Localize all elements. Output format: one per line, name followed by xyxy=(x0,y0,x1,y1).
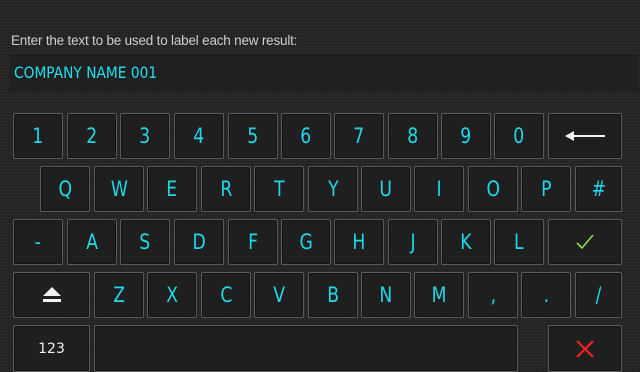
key-label: W xyxy=(110,177,128,201)
key-label: 1 xyxy=(32,124,44,148)
key-label: / xyxy=(595,283,602,307)
key-label: 0 xyxy=(513,124,525,148)
shift-button[interactable] xyxy=(13,272,90,318)
key-label: U xyxy=(379,177,393,201)
key-hyphen[interactable]: - xyxy=(13,219,63,265)
key-h[interactable]: H xyxy=(334,219,384,265)
key-label: P xyxy=(540,177,552,201)
numeric-mode-button[interactable]: 123 xyxy=(13,325,90,372)
cancel-button[interactable] xyxy=(548,325,622,372)
key-label: , xyxy=(490,283,496,307)
key-9[interactable]: 9 xyxy=(441,113,491,159)
key-2[interactable]: 2 xyxy=(67,113,117,159)
checkmark-icon xyxy=(576,234,594,250)
key-t[interactable]: T xyxy=(254,166,304,212)
key-label: O xyxy=(486,177,500,201)
key-label: E xyxy=(166,177,178,201)
key-label: D xyxy=(192,230,206,254)
key-m[interactable]: M xyxy=(414,272,464,318)
key-label: K xyxy=(460,230,472,254)
key-label: T xyxy=(273,177,285,201)
key-label: A xyxy=(86,230,98,254)
key-a[interactable]: A xyxy=(67,219,117,265)
backspace-button[interactable] xyxy=(548,113,622,159)
key-p[interactable]: P xyxy=(521,166,571,212)
key-4[interactable]: 4 xyxy=(174,113,224,159)
key-j[interactable]: J xyxy=(388,219,438,265)
enter-button[interactable] xyxy=(548,219,622,265)
key-label: Z xyxy=(113,283,125,307)
key-comma[interactable]: , xyxy=(468,272,518,318)
key-o[interactable]: O xyxy=(468,166,518,212)
key-n[interactable]: N xyxy=(361,272,411,318)
key-v[interactable]: V xyxy=(254,272,304,318)
key-label: 4 xyxy=(193,124,205,148)
key-label: 7 xyxy=(353,124,365,148)
key-r[interactable]: R xyxy=(201,166,251,212)
key-label: Y xyxy=(327,177,339,201)
key-label: S xyxy=(139,230,151,254)
key-x[interactable]: X xyxy=(147,272,197,318)
key-label: C xyxy=(219,283,233,307)
key-label: X xyxy=(166,283,178,307)
space-bar[interactable] xyxy=(94,325,518,372)
key-label: 9 xyxy=(460,124,472,148)
key-label: # xyxy=(591,177,606,201)
onscreen-keyboard: 1 2 3 4 5 6 7 8 9 0 Q W E R T Y U I O P … xyxy=(0,0,640,372)
key-q[interactable]: Q xyxy=(40,166,90,212)
key-k[interactable]: K xyxy=(441,219,491,265)
key-label: 6 xyxy=(300,124,312,148)
key-label: I xyxy=(436,177,442,201)
key-3[interactable]: 3 xyxy=(120,113,170,159)
key-label: L xyxy=(514,230,524,254)
key-label: M xyxy=(431,283,447,307)
key-5[interactable]: 5 xyxy=(228,113,278,159)
key-label: B xyxy=(327,283,339,307)
key-label: G xyxy=(299,230,313,254)
key-label: . xyxy=(543,283,549,307)
key-period[interactable]: . xyxy=(521,272,571,318)
key-w[interactable]: W xyxy=(94,166,144,212)
key-6[interactable]: 6 xyxy=(281,113,331,159)
key-u[interactable]: U xyxy=(361,166,411,212)
key-label: H xyxy=(352,230,366,254)
key-label: V xyxy=(273,283,285,307)
key-label: J xyxy=(410,230,416,254)
key-label: R xyxy=(220,177,232,201)
key-d[interactable]: D xyxy=(174,219,224,265)
key-7[interactable]: 7 xyxy=(334,113,384,159)
key-label: 2 xyxy=(86,124,98,148)
cancel-x-icon xyxy=(576,339,594,358)
key-label: 8 xyxy=(407,124,419,148)
key-e[interactable]: E xyxy=(147,166,197,212)
key-z[interactable]: Z xyxy=(94,272,144,318)
key-label: Q xyxy=(58,177,72,201)
shift-icon xyxy=(42,287,61,302)
key-1[interactable]: 1 xyxy=(13,113,63,159)
key-slash[interactable]: / xyxy=(575,272,622,318)
mode-key-label: 123 xyxy=(38,340,65,357)
backspace-arrow-icon xyxy=(565,131,605,141)
key-0[interactable]: 0 xyxy=(494,113,544,159)
key-label: N xyxy=(379,283,393,307)
key-label: F xyxy=(248,230,258,254)
key-i[interactable]: I xyxy=(414,166,464,212)
key-label: 5 xyxy=(247,124,259,148)
key-b[interactable]: B xyxy=(308,272,358,318)
key-label: - xyxy=(34,230,42,254)
key-g[interactable]: G xyxy=(281,219,331,265)
key-l[interactable]: L xyxy=(494,219,544,265)
key-f[interactable]: F xyxy=(228,219,278,265)
key-label: 3 xyxy=(139,124,151,148)
key-hash[interactable]: # xyxy=(575,166,622,212)
key-y[interactable]: Y xyxy=(308,166,358,212)
key-c[interactable]: C xyxy=(201,272,251,318)
key-s[interactable]: S xyxy=(120,219,170,265)
key-8[interactable]: 8 xyxy=(388,113,438,159)
